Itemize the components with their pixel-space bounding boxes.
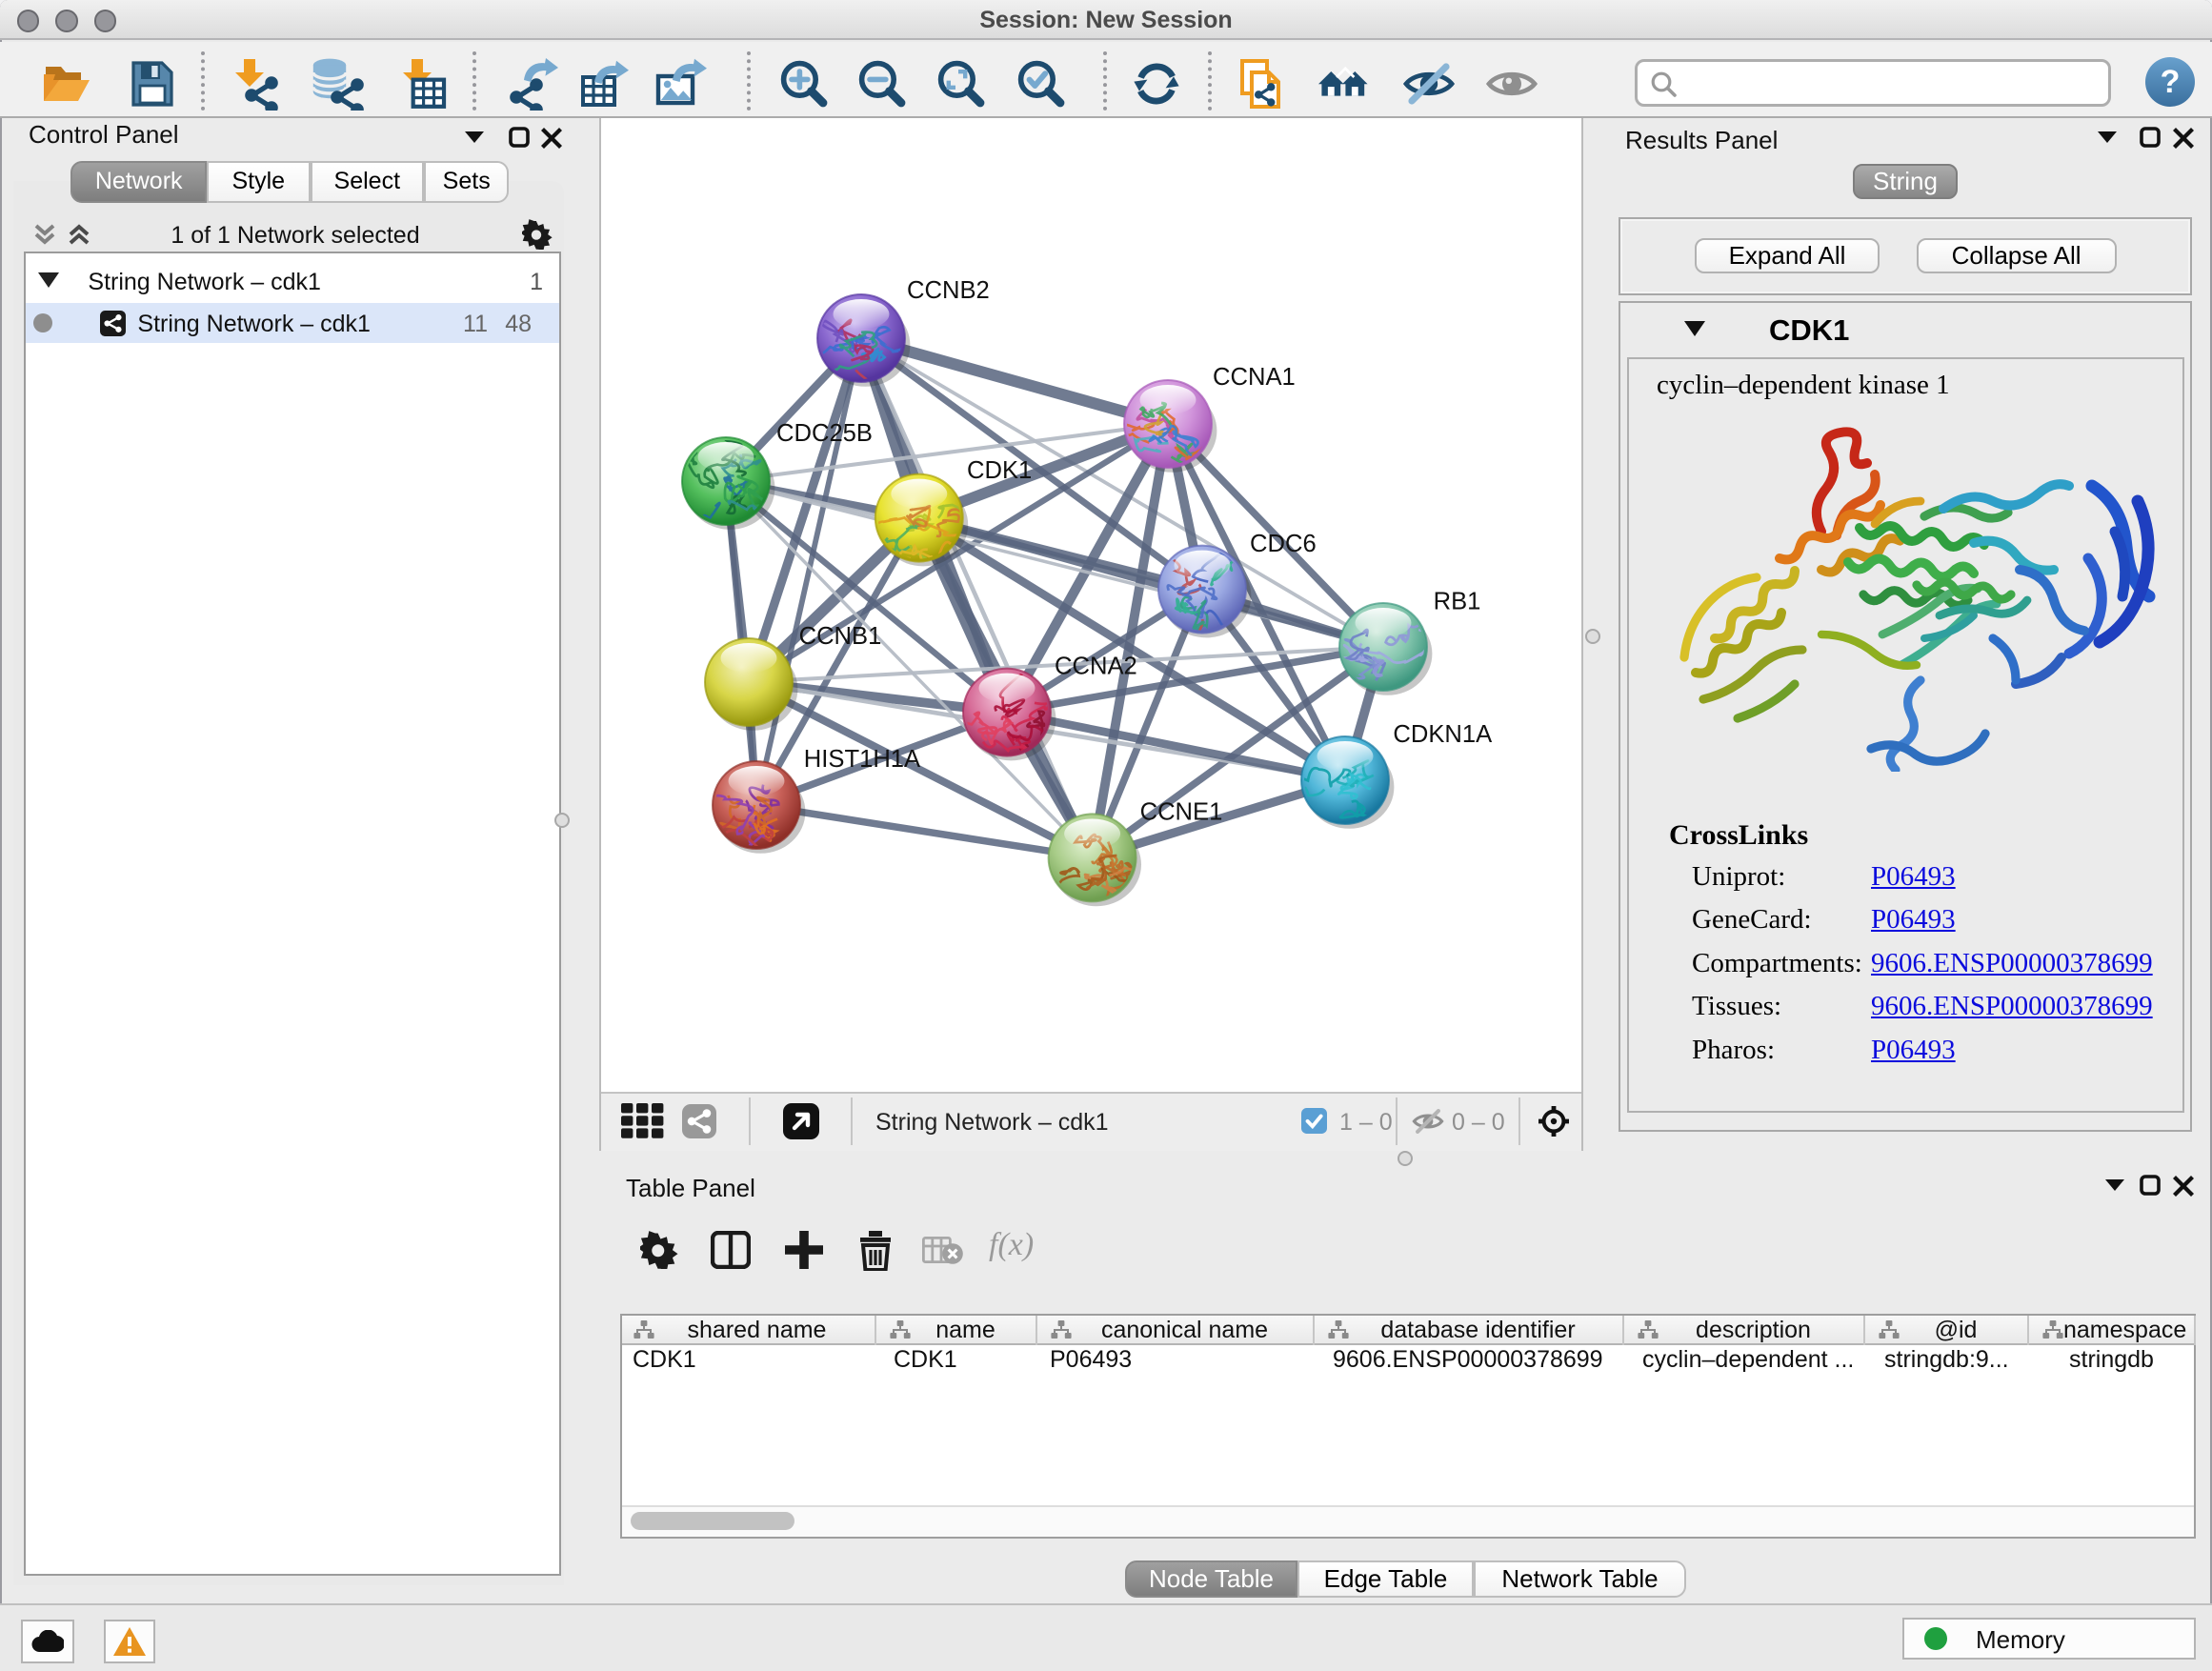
svg-text:CDC25B: CDC25B bbox=[776, 420, 873, 447]
svg-text:CCNB2: CCNB2 bbox=[907, 277, 990, 304]
svg-text:CCNA2: CCNA2 bbox=[1055, 653, 1137, 679]
svg-text:CCNB1: CCNB1 bbox=[799, 623, 882, 650]
svg-text:CDC6: CDC6 bbox=[1250, 531, 1317, 557]
svg-text:CCNE1: CCNE1 bbox=[1140, 799, 1223, 826]
svg-text:CDKN1A: CDKN1A bbox=[1393, 721, 1493, 748]
svg-text:HIST1H1A: HIST1H1A bbox=[804, 746, 921, 773]
svg-text:RB1: RB1 bbox=[1434, 588, 1481, 614]
svg-text:CDK1: CDK1 bbox=[967, 457, 1032, 484]
svg-text:CCNA1: CCNA1 bbox=[1213, 364, 1296, 391]
